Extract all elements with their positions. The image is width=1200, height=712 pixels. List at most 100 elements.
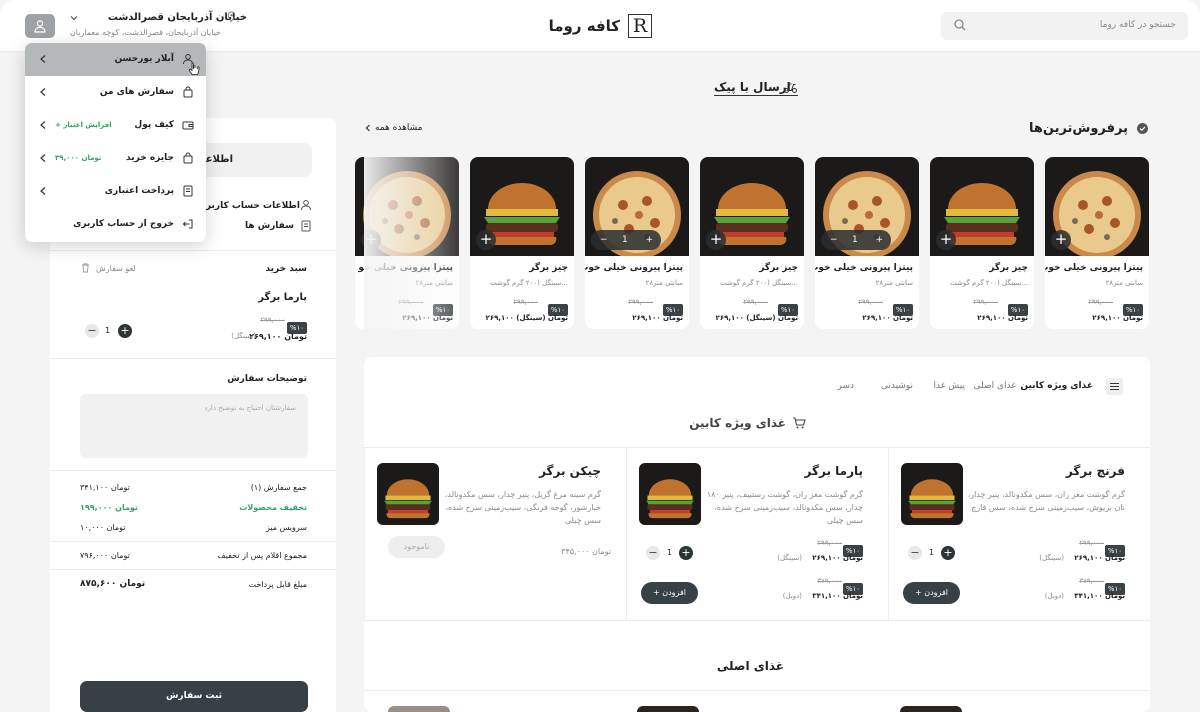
order-notes-title: توضیحات سفارش xyxy=(227,374,307,384)
add-to-cart-button[interactable]: + xyxy=(936,230,956,250)
cancel-order-link[interactable]: لغو سفارش xyxy=(96,264,136,273)
divider xyxy=(50,358,336,359)
food-thumbnail xyxy=(388,706,450,712)
order-notes-placeholder: سفارشتان احتیاج به توضیح دارد xyxy=(204,404,296,412)
price-variant: (سینگل) xyxy=(777,554,802,562)
cart-item-price: ۲۶۹,۱۰۰ تومان xyxy=(249,332,307,341)
add-to-cart-button[interactable]: + xyxy=(706,230,726,250)
add-to-cart-button[interactable]: + xyxy=(476,230,496,250)
food-item[interactable]: فرنچ برگر گرم گوشت مغز ران، سس مکدونالد، … xyxy=(888,448,1150,620)
product-subtitle: ۲۸سانتی متر xyxy=(875,279,913,287)
food-description: ۱۸۰ گرم گوشت مغز ران، گوشت رستبیف، پنیر … xyxy=(706,490,863,525)
wallet-topup-link[interactable]: + افزایش اعتبار xyxy=(55,121,112,129)
increase-qty-button[interactable]: + xyxy=(875,230,883,250)
product-card[interactable]: + پیتزا پیرونی خیلی خوب ۲۸سانتی متر %۱۰ ۲۹۹,… xyxy=(1045,157,1149,329)
product-name: چیز برگر xyxy=(759,263,798,273)
product-price: ۲۶۹,۱۰۰ تومان xyxy=(977,314,1028,322)
tab-drinks[interactable]: نوشیدنی xyxy=(881,381,913,391)
brand-logo[interactable]: R کافه روما xyxy=(548,14,652,40)
divider xyxy=(364,690,1150,691)
qty-value: 1 xyxy=(852,235,858,245)
menu-item-profile[interactable]: آبلار یورحسن xyxy=(25,43,206,76)
summary-value-discount: ۱۹۹,۰۰۰ تومان xyxy=(80,503,138,512)
summary-label-payable: مبلغ قابل پرداخت xyxy=(248,580,307,589)
increase-qty-button[interactable]: + xyxy=(941,546,955,560)
reward-amount: ۳۹,۰۰۰ تومان xyxy=(55,154,102,162)
tab-main[interactable]: غذای اصلی xyxy=(974,381,1016,391)
see-all-link[interactable]: مشاهده همه xyxy=(375,123,422,133)
chevron-left-icon xyxy=(40,88,46,96)
qty-value: 1 xyxy=(929,548,935,557)
menu-item-label: جایزه خرید xyxy=(126,153,174,163)
add-food-button[interactable]: + افزودن xyxy=(903,582,960,604)
old-price: ۳۷۹,۰۰۰ xyxy=(817,577,842,585)
food-price: ۳۴۱,۱۰۰ تومان xyxy=(812,592,863,600)
qty-stepper[interactable]: +1 − xyxy=(591,230,661,250)
add-to-cart-button[interactable]: + xyxy=(1051,230,1071,250)
cart-title: سبد خرید xyxy=(265,264,307,274)
shopping-bag-icon xyxy=(183,86,193,98)
tab-special[interactable]: غذای ویژه کابین xyxy=(1020,381,1093,391)
account-info-link[interactable]: اطلاعات حساب کاربری xyxy=(198,201,300,211)
decrease-qty-button[interactable]: − xyxy=(908,546,922,560)
product-card[interactable]: +1− پیتزا پیرونی خیلی خوب ۲۸سانتی متر %۱۰ ۲۹… xyxy=(585,157,689,329)
menu-item-logout[interactable]: خروج از حساب کاربری xyxy=(25,208,206,241)
increase-qty-button[interactable]: + xyxy=(645,230,653,250)
menu-list-icon[interactable] xyxy=(1106,378,1123,395)
submit-order-button[interactable]: ثبت سفارش xyxy=(80,681,308,712)
menu-item-label: آبلار یورحسن xyxy=(114,54,174,64)
food-image xyxy=(901,463,963,525)
old-price: ۳۷۹,۰۰۰ xyxy=(1079,577,1104,585)
cart-item-name: پارما برگر xyxy=(258,292,307,303)
old-price: ۲۹۹,۰۰۰ xyxy=(858,298,883,306)
cart-icon xyxy=(793,417,806,429)
menu-item-wallet[interactable]: کیف پول + افزایش اعتبار xyxy=(25,109,206,142)
summary-value-subtotal: ۳۴۱,۱۰۰ تومان xyxy=(80,483,130,492)
out-of-stock-button: ناموجود xyxy=(388,536,445,558)
increase-qty-button[interactable]: + xyxy=(118,324,132,338)
orders-link[interactable]: سفارش ها xyxy=(245,221,294,231)
brand-mark: R xyxy=(628,14,652,38)
old-price: ۲۹۹,۰۰۰ xyxy=(513,298,538,306)
user-icon xyxy=(34,20,46,33)
tab-appetizer[interactable]: پیش غذا xyxy=(934,381,966,391)
menu-item-purchase-reward[interactable]: جایزه خرید ۳۹,۰۰۰ تومان xyxy=(25,142,206,175)
product-subtitle: سینگل (۲۰۰ گرم گوشت... xyxy=(720,279,798,287)
cursor-hand-icon xyxy=(188,62,200,75)
chevron-down-icon[interactable] xyxy=(69,13,79,23)
increase-qty-button[interactable]: + xyxy=(679,546,693,560)
food-item[interactable]: پارما برگر ۱۸۰ گرم گوشت مغز ران، گوشت رست… xyxy=(626,448,888,620)
food-name: پارما برگر xyxy=(804,464,863,478)
chevron-left-icon[interactable] xyxy=(363,123,373,133)
product-card[interactable]: +1− پیتزا پیرونی خیلی خوب ۲۸سانتی متر %۱۰ ۲۹… xyxy=(815,157,919,329)
food-price: ۲۶۹,۱۰۰ تومان xyxy=(1074,554,1125,562)
product-card[interactable]: + چیز برگر سینگل (۲۰۰ گرم گوشت... %۱۰ ۲۹۹,۰۰… xyxy=(470,157,574,329)
old-price: ۲۹۹,۰۰۰ xyxy=(817,539,842,547)
menu-item-label: کیف پول xyxy=(134,120,174,130)
qty-stepper[interactable]: +1 − xyxy=(821,230,891,250)
search-input[interactable]: جستجو در کافه روما xyxy=(941,12,1188,40)
decrease-qty-button[interactable]: − xyxy=(600,230,608,250)
user-account-button[interactable] xyxy=(25,14,55,38)
menu-item-my-orders[interactable]: سفارش های من xyxy=(25,76,206,109)
menu-item-credit-payment[interactable]: پرداخت اعتباری xyxy=(25,175,206,208)
food-item[interactable]: چیکن برگر گرم سینه مرغ گریل، پنیر چدار، س… xyxy=(364,448,626,620)
add-food-button[interactable]: + افزودن xyxy=(641,582,698,604)
chevron-left-icon xyxy=(40,187,46,195)
product-card[interactable]: + چیز برگر سینگل (۲۰۰ گرم گوشت... %۱۰ ۲۹۹,۰۰… xyxy=(700,157,804,329)
order-notes-input[interactable]: سفارشتان احتیاج به توضیح دارد xyxy=(80,394,308,458)
decrease-qty-button[interactable]: − xyxy=(830,230,838,250)
trash-icon[interactable] xyxy=(80,262,91,273)
food-thumbnail xyxy=(900,706,962,712)
food-thumbnail xyxy=(637,706,699,712)
tab-dessert[interactable]: دسر xyxy=(837,381,854,391)
product-subtitle: سینگل (۲۰۰ گرم گوشت... xyxy=(950,279,1028,287)
product-card[interactable]: + چیز برگر سینگل (۲۰۰ گرم گوشت... %۱۰ ۲۹۹,۰۰… xyxy=(930,157,1034,329)
old-price: ۲۹۹,۰۰۰ xyxy=(973,298,998,306)
food-description: گرم سینه مرغ گریل، پنیر چدار، سس مکدونال… xyxy=(444,490,601,525)
decrease-qty-button[interactable]: − xyxy=(646,546,660,560)
menu-item-label: سفارش های من xyxy=(99,87,174,97)
food-name: فرنچ برگر xyxy=(1065,464,1125,478)
qty-value: 1 xyxy=(622,235,628,245)
decrease-qty-button[interactable]: − xyxy=(85,324,99,338)
